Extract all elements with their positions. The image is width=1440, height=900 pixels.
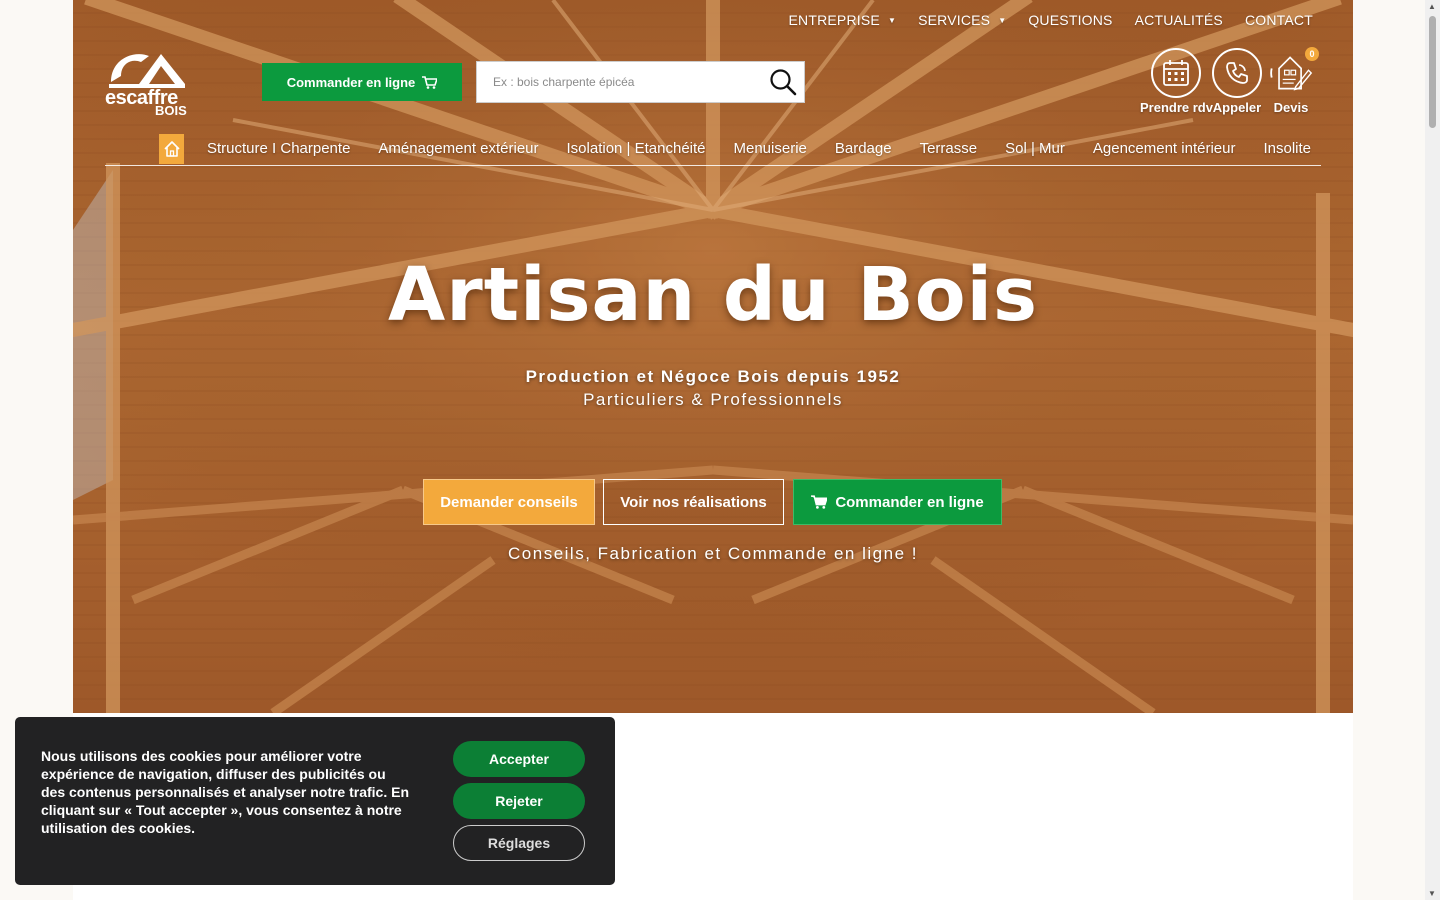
search-bar (476, 61, 805, 103)
main-nav-items: Structure I Charpente Aménagement extéri… (207, 140, 1311, 157)
quote-button[interactable]: 0 Devis (1266, 47, 1319, 115)
cookie-banner: Nous utilisons des cookies pour améliore… (15, 717, 615, 885)
nav-menuiserie[interactable]: Menuiserie (734, 140, 807, 157)
cookie-reject-button[interactable]: Rejeter (453, 783, 585, 819)
cookie-reject-label: Rejeter (495, 793, 543, 809)
main-nav: Structure I Charpente Aménagement extéri… (105, 134, 1321, 166)
call-circle (1212, 48, 1262, 98)
nav-terrasse[interactable]: Terrasse (920, 140, 978, 157)
topnav-label: QUESTIONS (1028, 12, 1113, 28)
nav-sol-mur[interactable]: Sol | Mur (1005, 140, 1065, 157)
topnav-label: ENTREPRISE (788, 12, 880, 28)
calendar-icon (1163, 60, 1190, 86)
cart-icon (811, 495, 828, 509)
logo-mark-icon (109, 54, 185, 88)
quote-circle: 0 (1266, 47, 1319, 98)
hero-subtitle: Production et Négoce Bois depuis 1952 (525, 367, 901, 386)
cookie-accept-label: Accepter (489, 751, 549, 767)
brand-logo[interactable]: escaffre BOIS (105, 48, 187, 118)
see-projects-label: Voir nos réalisations (620, 493, 767, 511)
hero-title: Artisan du Bois (388, 252, 1038, 338)
ask-advice-button[interactable]: Demander conseils (423, 479, 595, 525)
logo-subtext: BOIS (155, 103, 187, 118)
nav-agencement-interieur[interactable]: Agencement intérieur (1093, 140, 1236, 157)
appointment-circle (1151, 48, 1202, 98)
search-button[interactable] (762, 62, 804, 102)
ask-advice-label: Demander conseils (440, 493, 578, 511)
appointment-button[interactable]: Prendre rdv (1140, 48, 1213, 115)
search-input[interactable] (477, 62, 762, 102)
nav-isolation-etancheite[interactable]: Isolation | Etanchéité (567, 140, 706, 157)
call-button[interactable]: Appeler (1212, 48, 1262, 115)
topnav-actualites[interactable]: ACTUALITÉS (1135, 12, 1223, 28)
order-online-label: Commander en ligne (286, 74, 416, 90)
topnav-questions[interactable]: QUESTIONS (1028, 12, 1112, 28)
hero-audience: Particuliers & Professionnels (583, 390, 843, 409)
cookie-message: Nous utilisons des cookies pour améliore… (41, 748, 410, 836)
hero-section: ENTREPRISE ▼ SERVICES ▼ QUESTIONS ACTUAL… (73, 0, 1353, 713)
cookie-settings-label: Réglages (487, 835, 551, 851)
topnav-entreprise[interactable]: ENTREPRISE ▼ (788, 12, 896, 28)
nav-structure-charpente[interactable]: Structure I Charpente (207, 140, 350, 157)
cookie-accept-button[interactable]: Accepter (453, 741, 585, 777)
nav-insolite[interactable]: Insolite (1263, 140, 1311, 157)
topnav-label: SERVICES (918, 12, 991, 28)
nav-amenagement-exterieur[interactable]: Aménagement extérieur (378, 140, 538, 157)
top-nav: ENTREPRISE ▼ SERVICES ▼ QUESTIONS ACTUAL… (788, 12, 1313, 28)
scroll-up-icon[interactable]: ▲ (1428, 2, 1436, 11)
call-label: Appeler (1212, 100, 1262, 115)
see-projects-button[interactable]: Voir nos réalisations (603, 479, 784, 525)
caret-down-icon: ▼ (998, 15, 1007, 25)
hero-order-online-button[interactable]: Commander en ligne (793, 479, 1002, 525)
topnav-label: ACTUALITÉS (1134, 12, 1223, 28)
nav-bardage[interactable]: Bardage (835, 140, 892, 157)
scroll-down-icon[interactable]: ▼ (1428, 889, 1436, 898)
caret-down-icon: ▼ (887, 15, 897, 25)
topnav-contact[interactable]: CONTACT (1245, 12, 1313, 28)
quote-label: Devis (1273, 100, 1309, 115)
topnav-services[interactable]: SERVICES ▼ (918, 12, 1006, 28)
page-scrollbar[interactable]: ▲ ▼ (1425, 0, 1440, 900)
hero-order-online-label: Commander en ligne (835, 493, 984, 511)
home-button[interactable] (159, 134, 184, 164)
home-icon (163, 141, 180, 157)
search-icon (770, 69, 797, 96)
phone-icon (1226, 62, 1248, 84)
quote-count-badge: 0 (1305, 47, 1319, 61)
hero-tagline: Conseils, Fabrication et Commande en lig… (508, 544, 918, 563)
order-online-button[interactable]: Commander en ligne (262, 63, 462, 101)
appointment-label: Prendre rdv (1140, 100, 1213, 115)
cookie-settings-button[interactable]: Réglages (453, 825, 585, 861)
cart-icon (422, 75, 438, 89)
scrollbar-thumb[interactable] (1429, 16, 1436, 128)
topnav-label: CONTACT (1244, 12, 1313, 28)
